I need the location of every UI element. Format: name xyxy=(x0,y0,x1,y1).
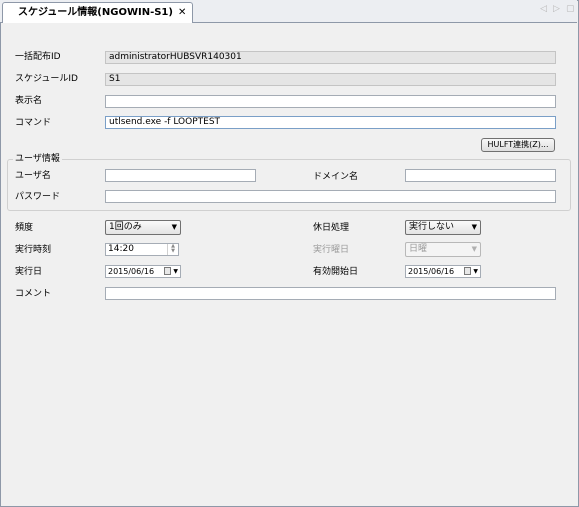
holiday-value: 実行しない xyxy=(409,222,455,232)
spin-up-icon[interactable]: ▲ ▼ xyxy=(167,244,178,255)
password-label: パスワード xyxy=(15,192,61,202)
chevron-down-icon[interactable]: ▼ xyxy=(473,266,478,277)
chevron-down-icon[interactable]: ▼ xyxy=(173,266,178,277)
close-icon[interactable]: ✕ xyxy=(178,7,186,18)
exec-weekday-label: 実行曜日 xyxy=(313,245,350,255)
command-label: コマンド xyxy=(15,118,52,128)
schedule-id-field: S1 xyxy=(105,73,556,86)
chevron-down-icon: ▼ xyxy=(471,245,477,253)
exec-time-value: 14:20 xyxy=(108,244,134,254)
command-input[interactable]: utlsend.exe -f LOOPTEST xyxy=(105,116,556,129)
valid-start-label: 有効開始日 xyxy=(313,267,359,277)
menu-icon[interactable]: ▢ xyxy=(566,4,575,14)
user-info-title: ユーザ情報 xyxy=(13,153,62,165)
tab-schedule-info[interactable]: スケジュール情報(NGOWIN-S1) ✕ xyxy=(2,2,194,23)
frequency-select[interactable]: 1回のみ ▼ xyxy=(105,220,181,235)
next-icon[interactable]: ▷ xyxy=(553,4,560,14)
exec-time-spinner[interactable]: 14:20 ▲ ▼ xyxy=(105,243,179,256)
exec-weekday-value: 日曜 xyxy=(409,244,428,254)
user-name-label: ユーザ名 xyxy=(15,171,51,181)
hulft-link-button[interactable]: HULFT連携(Z)... xyxy=(481,138,555,152)
user-info-group xyxy=(7,159,571,211)
frequency-label: 頻度 xyxy=(15,223,34,233)
domain-name-input[interactable] xyxy=(405,169,556,182)
exec-date-picker[interactable]: 2015/06/16 ▼ xyxy=(105,265,181,278)
tab-bar: スケジュール情報(NGOWIN-S1) ✕ ◁ ▷ ▢ xyxy=(0,0,577,23)
exec-weekday-select: 日曜 ▼ xyxy=(405,242,481,257)
password-input[interactable] xyxy=(105,190,556,203)
holiday-select[interactable]: 実行しない ▼ xyxy=(405,220,481,235)
holiday-label: 休日処理 xyxy=(313,223,350,233)
frequency-value: 1回のみ xyxy=(109,222,142,232)
exec-time-label: 実行時刻 xyxy=(15,245,52,255)
comment-input[interactable] xyxy=(105,287,556,300)
user-name-input[interactable] xyxy=(105,169,256,182)
domain-name-label: ドメイン名 xyxy=(313,172,359,182)
calendar-icon[interactable] xyxy=(464,267,471,275)
batch-id-field: administratorHUBSVR140301 xyxy=(105,51,556,64)
display-name-label: 表示名 xyxy=(15,96,43,106)
valid-start-date-picker[interactable]: 2015/06/16 ▼ xyxy=(405,265,481,278)
display-name-input[interactable] xyxy=(105,95,556,108)
chevron-down-icon: ▼ xyxy=(471,223,477,231)
valid-start-value: 2015/06/16 xyxy=(408,267,455,276)
schedule-id-label: スケジュールID xyxy=(15,74,78,84)
chevron-down-icon: ▼ xyxy=(171,223,177,231)
calendar-icon[interactable] xyxy=(164,267,171,275)
prev-icon[interactable]: ◁ xyxy=(540,4,547,14)
comment-label: コメント xyxy=(15,289,52,299)
exec-date-value: 2015/06/16 xyxy=(108,267,155,276)
batch-id-label: 一括配布ID xyxy=(15,52,61,62)
exec-date-label: 実行日 xyxy=(15,267,43,277)
tab-title: スケジュール情報(NGOWIN-S1) xyxy=(18,7,173,18)
